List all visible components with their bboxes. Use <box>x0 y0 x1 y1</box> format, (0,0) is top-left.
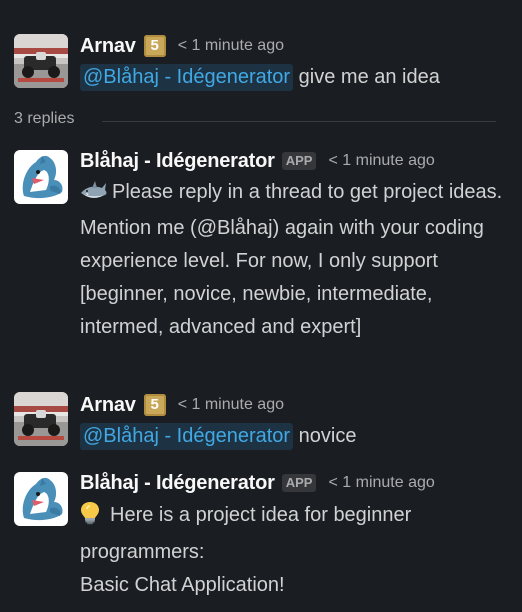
message-body: @Blåhaj - Idégenerator novice <box>80 420 510 453</box>
avatar-arnav-image <box>14 34 68 88</box>
shark-icon <box>80 179 108 212</box>
status-badge: 5 <box>143 394 166 416</box>
avatar-bot-image <box>14 150 68 204</box>
message-text-line2: Basic Chat Application! <box>80 574 285 596</box>
message-body: @Blåhaj - Idégenerator give me an idea <box>80 61 510 94</box>
message-line: Here is a project idea for beginner prog… <box>80 499 510 569</box>
author-name[interactable]: Arnav <box>80 394 136 417</box>
message-body: Here is a project idea for beginner prog… <box>80 499 510 602</box>
avatar-bot-image <box>14 472 68 526</box>
user-mention[interactable]: @Blåhaj - Idégenerator <box>80 64 294 91</box>
message-body: Please reply in a thread to get project … <box>80 176 510 344</box>
message-header: Blåhaj - Idégenerator APP < 1 minute ago <box>80 148 435 174</box>
thread-replies-link[interactable]: 3 replies <box>14 110 74 128</box>
author-name[interactable]: Blåhaj - Idégenerator <box>80 150 275 173</box>
avatar-arnav-image <box>14 392 68 446</box>
message-text: Please reply in a thread to get project … <box>80 181 503 338</box>
thread-divider <box>102 121 496 122</box>
message-text: give me an idea <box>298 66 440 88</box>
author-name[interactable]: Blåhaj - Idégenerator <box>80 472 275 495</box>
author-name[interactable]: Arnav <box>80 35 136 58</box>
app-badge: APP <box>281 474 317 492</box>
message-text: Here is a project idea for beginner prog… <box>80 504 412 563</box>
timestamp[interactable]: < 1 minute ago <box>178 37 284 55</box>
avatar-arnav[interactable] <box>14 34 68 88</box>
message-header: Arnav 5 < 1 minute ago <box>80 33 284 59</box>
message-header: Blåhaj - Idégenerator APP < 1 minute ago <box>80 470 435 496</box>
timestamp[interactable]: < 1 minute ago <box>328 474 434 492</box>
avatar-bot[interactable] <box>14 472 68 526</box>
timestamp[interactable]: < 1 minute ago <box>178 396 284 414</box>
lightbulb-icon <box>80 501 100 536</box>
user-mention[interactable]: @Blåhaj - Idégenerator <box>80 423 294 450</box>
timestamp[interactable]: < 1 minute ago <box>328 152 434 170</box>
message-text: novice <box>298 425 357 447</box>
avatar-arnav[interactable] <box>14 392 68 446</box>
status-badge: 5 <box>143 35 166 57</box>
avatar-bot[interactable] <box>14 150 68 204</box>
message-header: Arnav 5 < 1 minute ago <box>80 392 284 418</box>
app-badge: APP <box>281 152 317 170</box>
